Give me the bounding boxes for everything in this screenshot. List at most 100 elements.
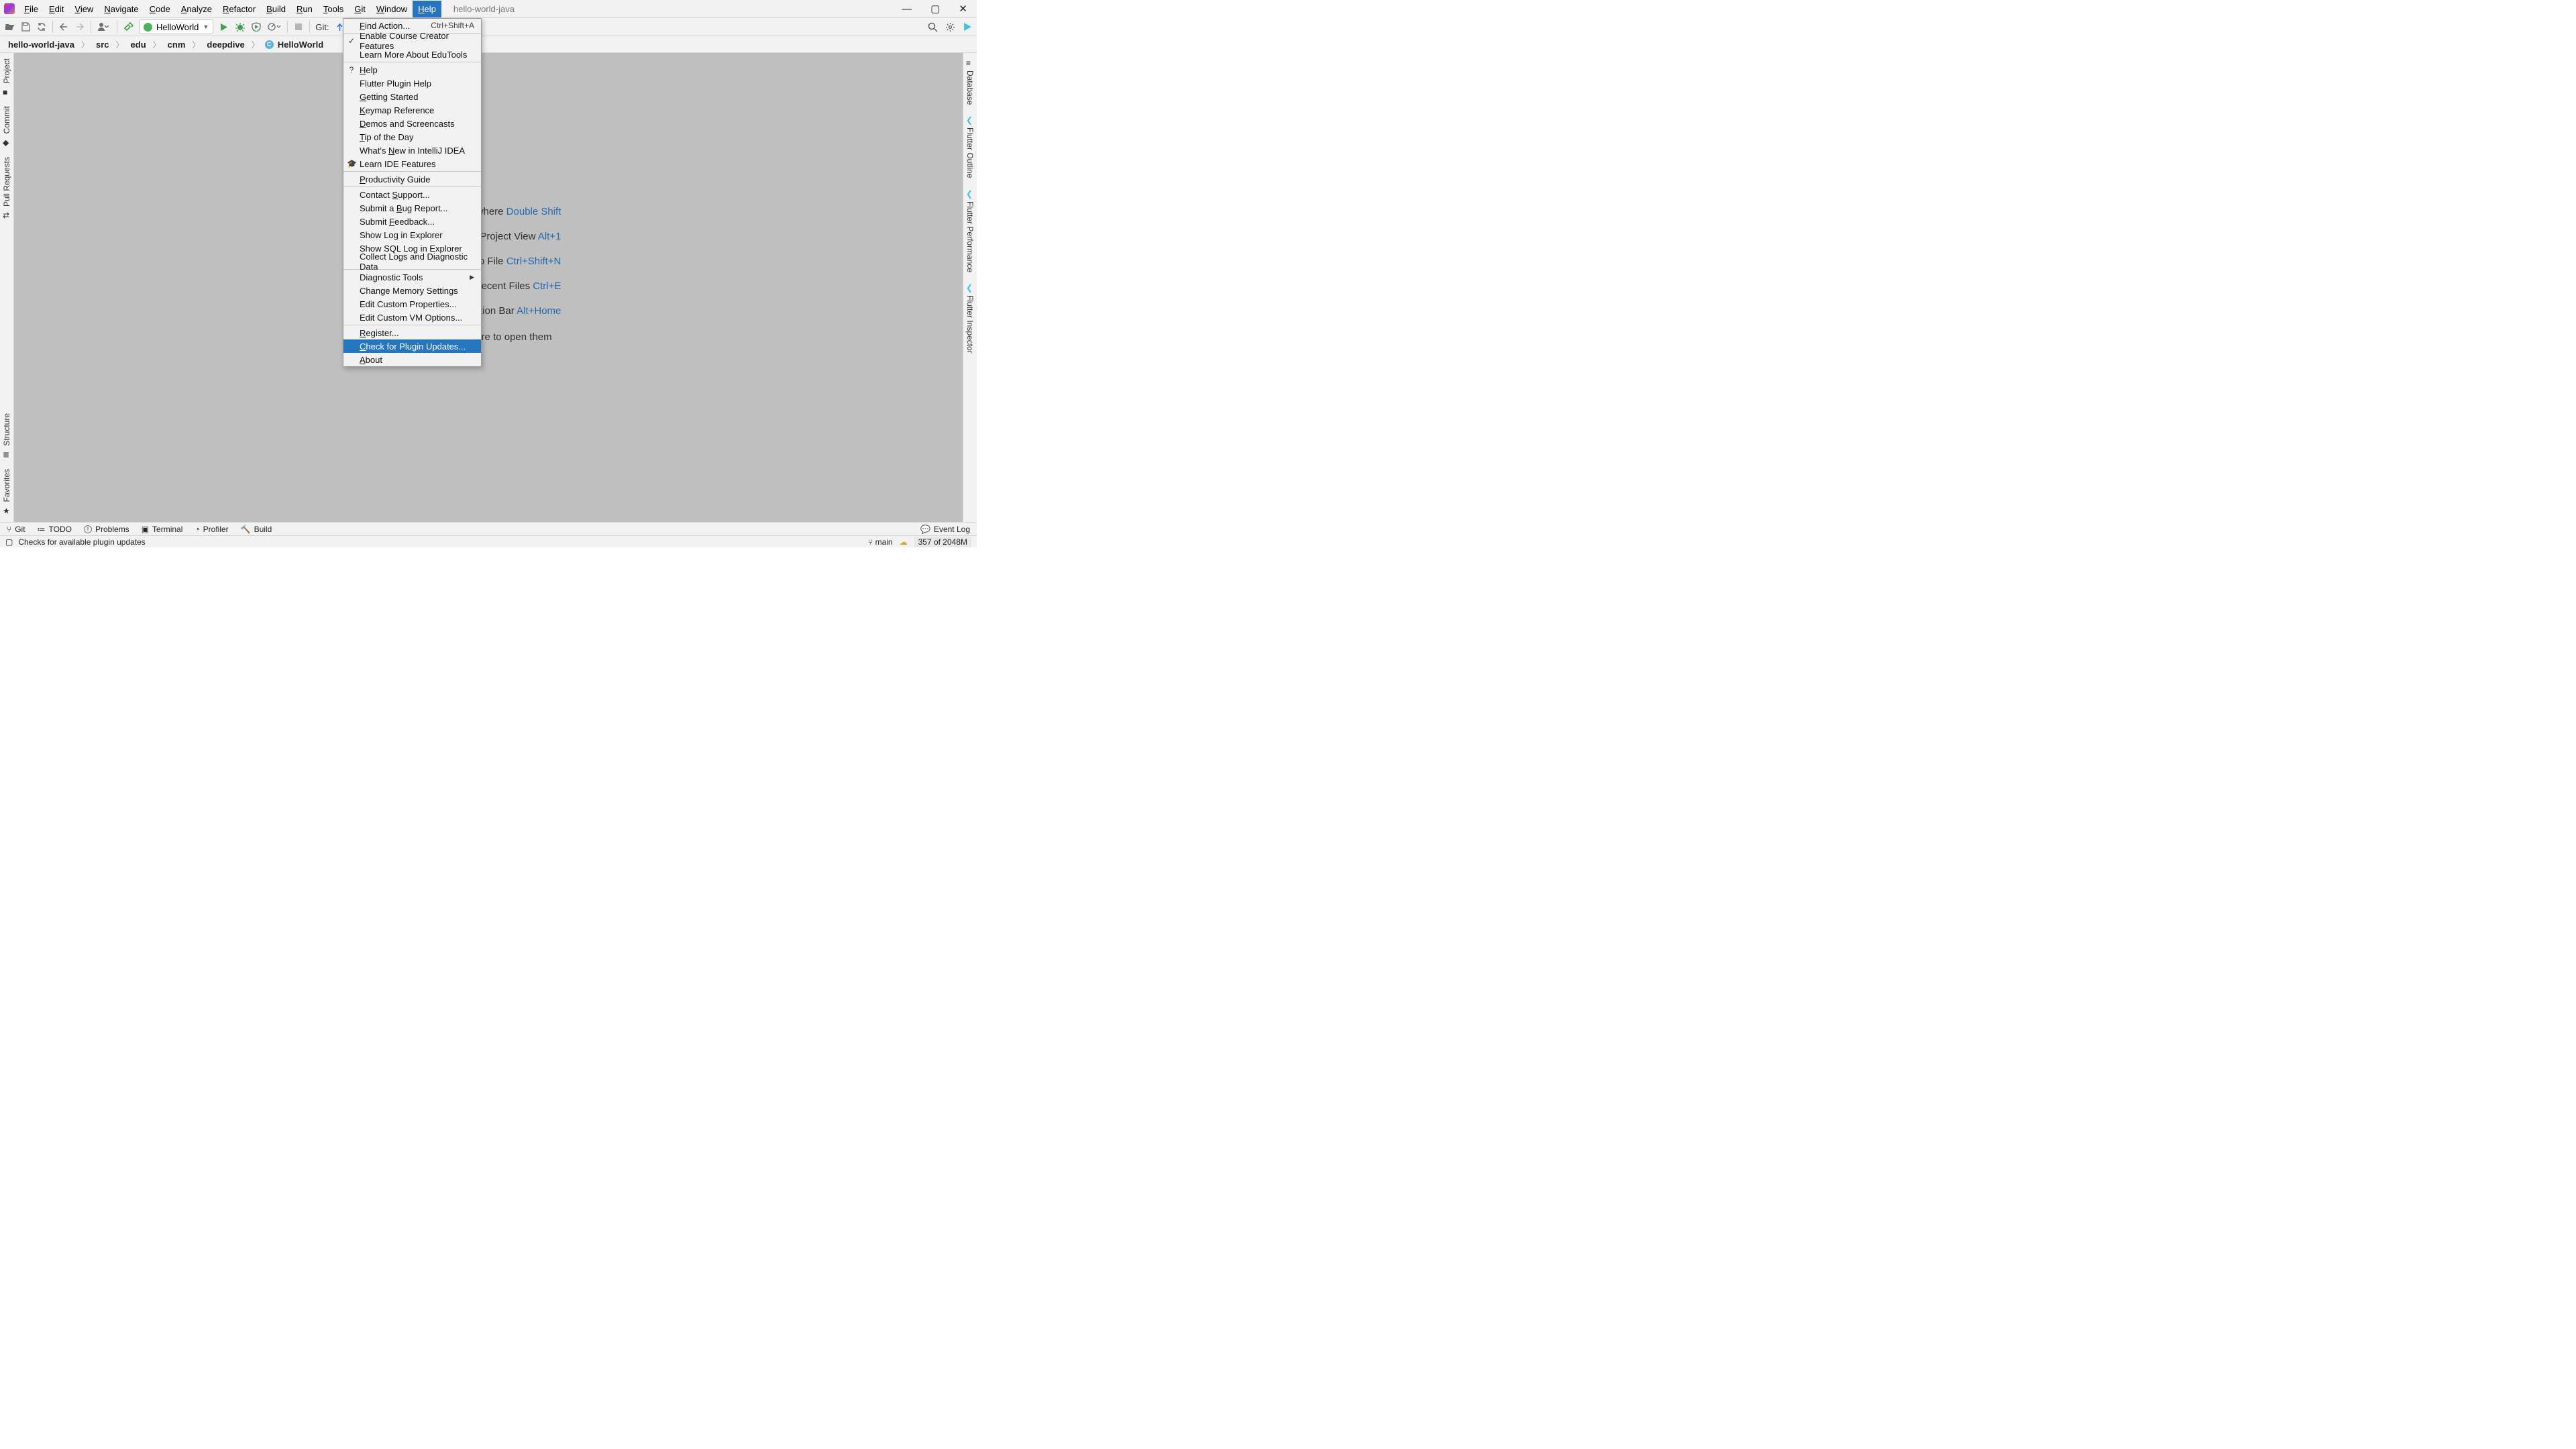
menu-help[interactable]: Help [413,1,441,17]
tool-flutter-performance[interactable]: ❮Flutter Performance [963,184,977,278]
breadcrumb-item[interactable]: src [95,38,111,51]
right-gutter: ≡Database ❮Flutter Outline ❮Flutter Perf… [963,53,977,522]
menu-window[interactable]: Window [371,1,413,17]
sync-icon[interactable] [36,21,47,32]
shortcut: Alt+1 [538,231,561,242]
tool-problems[interactable]: !Problems [84,525,129,534]
run-config-label: HelloWorld [156,22,199,32]
shortcut: Double Shift [506,206,561,217]
menubar: FileEditViewNavigateCodeAnalyzeRefactorB… [0,0,977,18]
menu-view[interactable]: View [69,1,99,17]
help-menu-dropdown: Find Action...Ctrl+Shift+A ✓Enable Course… [343,18,482,367]
menu-item[interactable]: Check for Plugin Updates... [343,339,481,353]
status-bar: ▢ Checks for available plugin updates ⑂ … [0,535,977,547]
save-icon[interactable] [20,21,31,32]
breadcrumb-item[interactable]: deepdive [205,38,246,51]
breadcrumb-item[interactable]: cnm [166,38,187,51]
menu-item[interactable]: Submit Feedback... [343,215,481,228]
coverage-icon[interactable] [251,21,262,32]
menu-item[interactable]: Collect Logs and Diagnostic Data [343,255,481,268]
gear-icon[interactable] [945,21,955,32]
bottom-tool-bar: ⑂Git ≔TODO !Problems ▣Terminal ◔Profiler… [0,522,977,535]
run-config-combo[interactable]: HelloWorld ▼ [139,19,213,34]
menu-item[interactable]: Contact Support... [343,188,481,201]
menu-refactor[interactable]: Refactor [217,1,261,17]
menu-item[interactable]: ✓Enable Course Creator Features [343,34,481,48]
window-title: hello-world-java [441,4,515,14]
tool-structure[interactable]: ≣Structure [0,408,13,464]
menu-item[interactable]: Flutter Plugin Help [343,76,481,90]
open-icon[interactable] [4,21,15,32]
menu-tools[interactable]: Tools [318,1,349,17]
profiler-dropdown-icon[interactable] [267,21,282,32]
menu-item[interactable]: What's New in IntelliJ IDEA [343,144,481,157]
tool-profiler[interactable]: ◔Profiler [195,525,228,534]
breadcrumb-item[interactable]: hello-world-java [7,38,76,51]
menu-item[interactable]: Tip of the Day [343,130,481,144]
tool-terminal[interactable]: ▣Terminal [142,525,183,534]
menu-navigate[interactable]: Navigate [99,1,144,17]
menu-item[interactable]: Keymap Reference [343,103,481,117]
git-label: Git: [315,22,329,32]
menu-item[interactable]: Change Memory Settings [343,284,481,297]
debug-icon[interactable] [235,21,246,32]
menu-item[interactable]: Find Action...Ctrl+Shift+A [343,19,481,32]
tool-favorites[interactable]: ★Favorites [0,464,13,519]
hammer-icon[interactable] [123,21,133,32]
status-hint: Checks for available plugin updates [18,537,145,547]
menu-item[interactable]: Learn More About EduTools [343,48,481,61]
menu-item[interactable]: About [343,353,481,366]
shortcut: Ctrl+E [533,280,561,292]
forward-icon[interactable] [74,21,85,32]
menu-item[interactable]: Diagnostic Tools▶ [343,270,481,284]
menu-file[interactable]: File [19,1,44,17]
menu-item[interactable]: Getting Started [343,90,481,103]
stop-icon[interactable] [293,21,304,32]
left-gutter: ■Project ◆Commit ⇄Pull Requests ≣Structu… [0,53,14,522]
flutter-run-icon[interactable] [962,21,973,32]
tool-pull-requests[interactable]: ⇄Pull Requests [0,152,13,224]
menu-item[interactable]: Submit a Bug Report... [343,201,481,215]
menu-item[interactable]: ?Help [343,63,481,76]
tool-database[interactable]: ≡Database [963,53,977,110]
editor-empty-state: Search Everywhere Double Shift Project V… [14,53,963,522]
window-icon[interactable]: ▢ [5,537,13,547]
run-icon[interactable] [219,21,229,32]
menu-item[interactable]: Edit Custom Properties... [343,297,481,311]
class-icon: C [265,40,274,49]
menu-build[interactable]: Build [261,1,291,17]
tool-project[interactable]: ■Project [0,53,13,101]
menu-run[interactable]: Run [291,1,318,17]
close-button[interactable]: ✕ [949,0,977,17]
search-icon[interactable] [927,21,938,32]
tool-event-log[interactable]: 💬Event Log [920,525,970,534]
back-icon[interactable] [58,21,69,32]
sync-status-icon[interactable]: ☁ [900,537,908,547]
toolbar: HelloWorld ▼ Git: [0,18,977,36]
breadcrumb-item[interactable]: HelloWorld [276,38,325,51]
menu-item[interactable]: Show Log in Explorer [343,228,481,241]
menu-analyze[interactable]: Analyze [176,1,217,17]
app-icon [4,3,15,14]
shortcut: Ctrl+Shift+N [506,256,561,267]
tool-commit[interactable]: ◆Commit [0,101,13,151]
maximize-button[interactable]: ▢ [921,0,949,17]
menu-edit[interactable]: Edit [44,1,69,17]
tool-git[interactable]: ⑂Git [7,525,25,534]
menu-git[interactable]: Git [349,1,371,17]
tool-todo[interactable]: ≔TODO [38,525,72,534]
memory-indicator[interactable]: 357 of 2048M [914,537,971,547]
minimize-button[interactable]: — [892,1,921,17]
menu-item[interactable]: Edit Custom VM Options... [343,311,481,324]
menu-item[interactable]: 🎓Learn IDE Features [343,157,481,170]
menu-item[interactable]: Productivity Guide [343,172,481,186]
tool-flutter-outline[interactable]: ❮Flutter Outline [963,110,977,183]
menu-item[interactable]: Register... [343,326,481,339]
tool-flutter-inspector[interactable]: ❮Flutter Inspector [963,278,977,359]
breadcrumb-item[interactable]: edu [129,38,148,51]
avatar-dropdown-icon[interactable] [97,21,111,32]
git-branch[interactable]: ⑂ main [868,537,893,547]
menu-item[interactable]: Demos and Screencasts [343,117,481,130]
menu-code[interactable]: Code [144,1,176,17]
tool-build[interactable]: 🔨Build [241,525,272,534]
